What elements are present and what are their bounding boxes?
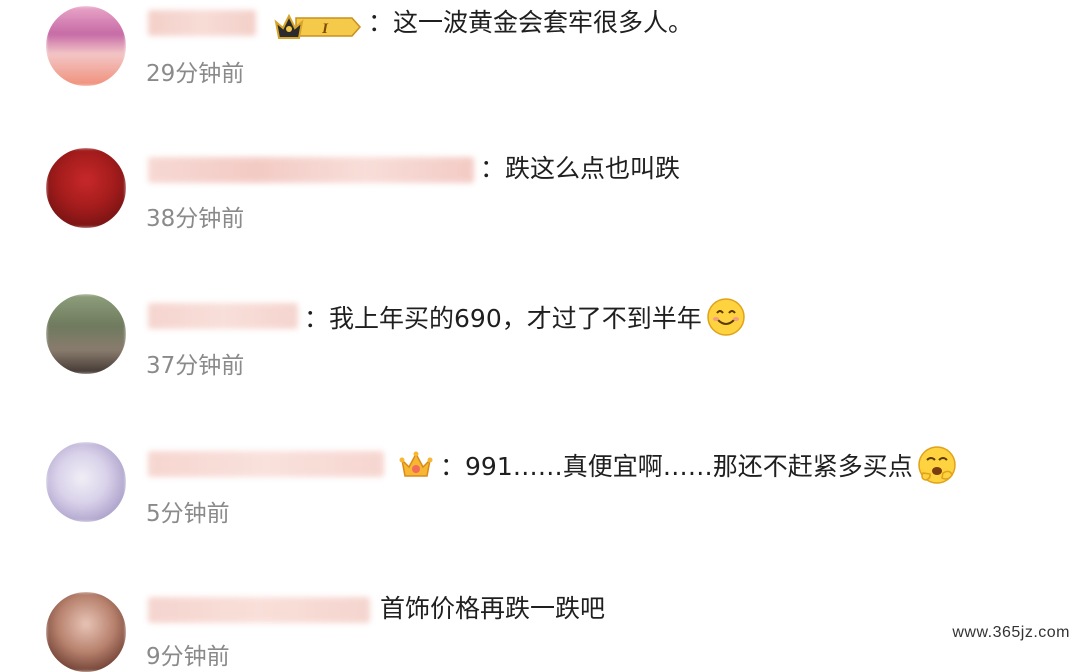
comment-text: ：991……真便宜啊……那还不赶紧多买点: [440, 446, 957, 488]
comment-item: 首饰价格再跌一跌吧 9分钟前: [0, 0, 1080, 672]
separator: ：: [480, 154, 506, 183]
comment-text: 首饰价格再跌一跌吧: [380, 594, 605, 624]
comment-content: 991……真便宜啊……那还不赶紧多买点: [465, 452, 913, 481]
comment-content: 首饰价格再跌一跌吧: [380, 594, 606, 623]
greedy-emoji-icon: [917, 446, 956, 484]
comment-content: 跌这么点也叫跌: [505, 154, 681, 183]
comment-content: 我上年买的690，才过了不到半年: [329, 304, 702, 333]
crown-icon: [399, 451, 433, 477]
separator: ：: [304, 304, 330, 333]
comment-text: ：我上年买的690，才过了不到半年: [304, 298, 746, 340]
comment-time: 9分钟前: [146, 644, 230, 670]
avatar[interactable]: [46, 294, 126, 374]
avatar[interactable]: [46, 148, 126, 228]
avatar[interactable]: [46, 592, 126, 672]
username-redacted[interactable]: [148, 157, 474, 183]
site-watermark: www.365jz.com: [952, 624, 1070, 641]
comment-time: 5分钟前: [146, 501, 230, 527]
avatar[interactable]: [46, 442, 126, 522]
separator: ：: [440, 452, 466, 481]
crown-badge[interactable]: [398, 448, 434, 484]
comment-time: 37分钟前: [146, 353, 245, 379]
comment-text: ：跌这么点也叫跌: [480, 154, 680, 184]
username-redacted[interactable]: [148, 451, 384, 477]
username-redacted[interactable]: [148, 597, 370, 623]
username-redacted[interactable]: [148, 303, 298, 329]
comment-time: 38分钟前: [146, 206, 245, 232]
smile-emoji-icon: [706, 298, 745, 336]
